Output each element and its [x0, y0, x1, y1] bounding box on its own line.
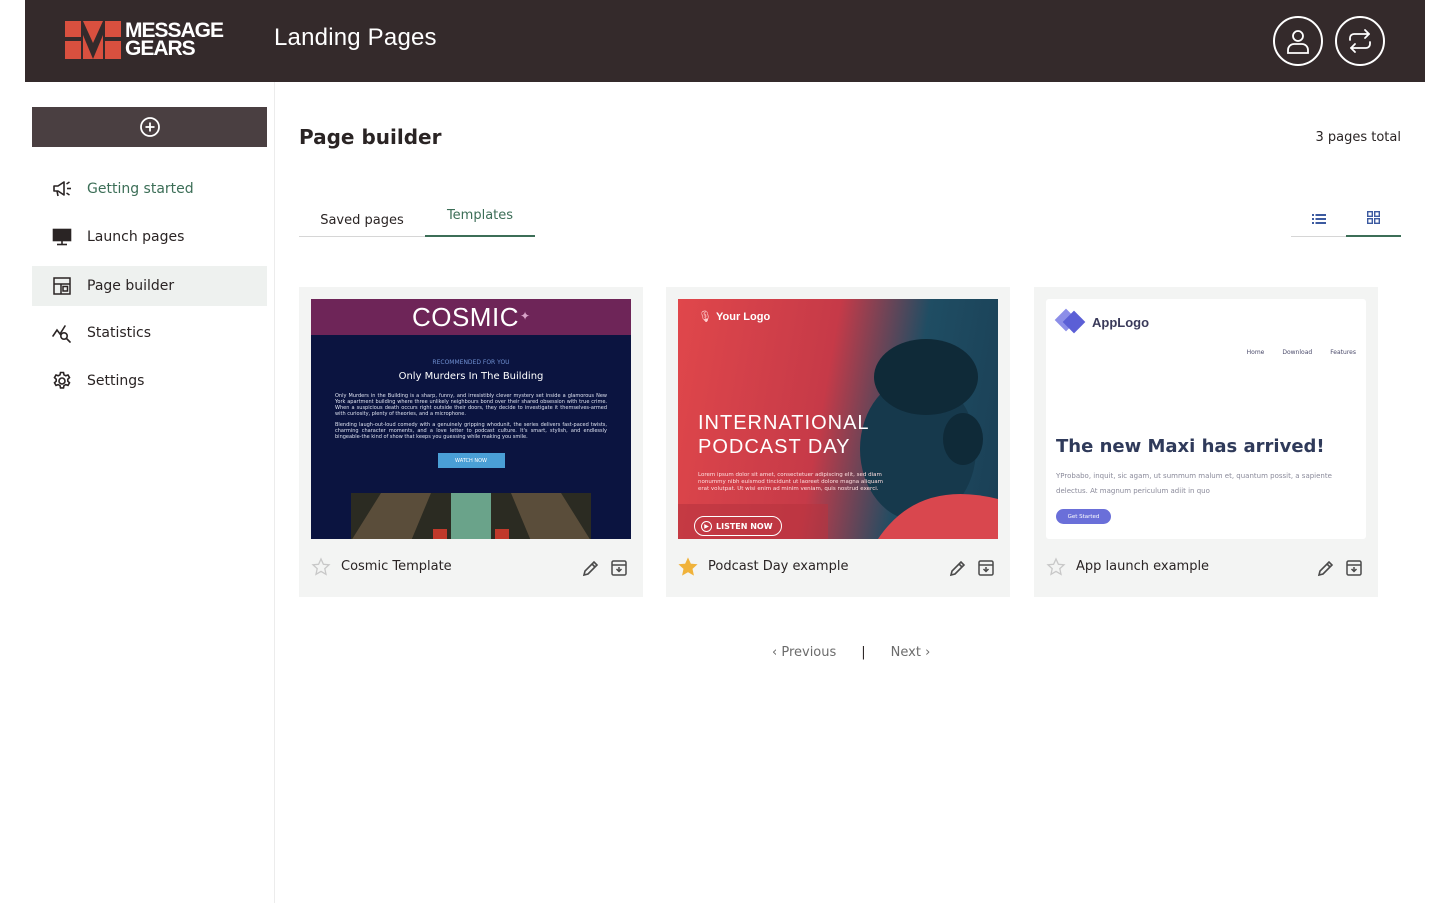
app-title: Landing Pages — [274, 24, 437, 51]
sidebar-item-label: Page builder — [87, 278, 175, 294]
tab-saved-pages[interactable]: Saved pages — [299, 200, 425, 237]
archive-icon[interactable] — [976, 558, 996, 578]
card-footer: Podcast Day example — [666, 543, 1010, 593]
app-cta: Get Started — [1056, 509, 1111, 524]
sidebar-item-settings[interactable]: Settings — [32, 361, 267, 401]
brand-line-2: GEARS — [125, 37, 196, 60]
sidebar-item-getting-started[interactable]: Getting started — [32, 169, 267, 209]
sidebar-item-label: Getting started — [87, 181, 194, 197]
gear-icon — [52, 371, 72, 391]
page-title: Page builder — [299, 125, 442, 149]
archive-icon[interactable] — [1344, 558, 1364, 578]
card-footer: Cosmic Template — [299, 543, 643, 593]
switch-icon — [1349, 29, 1371, 53]
statistics-icon — [52, 323, 72, 343]
cosmic-brand: COSMIC — [411, 301, 519, 332]
thumb-nav-home: Home — [1246, 349, 1265, 356]
plus-circle-icon — [139, 117, 160, 137]
template-card-podcast[interactable]: 🎙 Your Logo INTERNATIONAL PODCAST DAY Lo… — [666, 287, 1010, 597]
card-title: App launch example — [1076, 559, 1210, 574]
message-gears-logo[interactable]: MESSAGE GEARS — [65, 20, 224, 60]
podcast-logo: Your Logo — [716, 311, 771, 323]
edit-icon[interactable] — [948, 558, 968, 578]
create-page-button[interactable] — [32, 107, 267, 147]
previous-page-link[interactable]: ‹ Previous — [772, 645, 836, 660]
mic-logo-icon: 🎙 — [698, 310, 712, 323]
megaphone-icon — [52, 179, 72, 199]
template-thumbnail[interactable]: AppLogo Home Download Features The new M… — [1046, 299, 1366, 539]
template-thumbnail[interactable]: 🎙 Your Logo INTERNATIONAL PODCAST DAY Lo… — [678, 299, 998, 539]
thumb-nav-download: Download — [1282, 349, 1313, 356]
grid-view-icon — [1367, 211, 1380, 224]
archive-icon[interactable] — [609, 558, 629, 578]
edit-icon[interactable] — [581, 558, 601, 578]
thumb-body-2: Blending laugh-out-loud comedy with a ge… — [335, 422, 607, 440]
star-icon[interactable] — [678, 557, 698, 577]
card-title: Cosmic Template — [341, 559, 452, 574]
sidebar-item-label: Settings — [87, 373, 145, 389]
edit-icon[interactable] — [1316, 558, 1336, 578]
logo-mark-icon — [65, 21, 121, 59]
app-logo-text: AppLogo — [1092, 315, 1150, 330]
podcast-cta-label: LISTEN NOW — [716, 521, 773, 531]
user-profile-button[interactable] — [1273, 16, 1323, 66]
tab-bar: Saved pages Templates — [299, 200, 535, 237]
user-icon — [1287, 30, 1309, 54]
view-toggle — [1291, 200, 1401, 237]
thumb-body-1: Only Murders in the Building is a sharp,… — [335, 393, 607, 417]
sidebar-item-page-builder[interactable]: Page builder — [32, 266, 267, 306]
list-view-button[interactable] — [1291, 200, 1346, 237]
pagination: ‹ Previous | Next › — [772, 645, 930, 660]
app-body: YProbabo, inquit, sic agam, ut summum ma… — [1056, 472, 1332, 495]
thumb-eyebrow: RECOMMENDED FOR YOU — [432, 359, 510, 366]
card-title: Podcast Day example — [708, 559, 849, 574]
sidebar-item-label: Statistics — [87, 325, 151, 341]
star-icon[interactable] — [311, 557, 331, 577]
logo-text: MESSAGE GEARS — [125, 20, 224, 60]
page-builder-icon — [52, 276, 72, 296]
sparkle-icon: ✦ — [519, 309, 531, 323]
star-icon[interactable] — [1046, 557, 1066, 577]
sidebar-item-statistics[interactable]: Statistics — [32, 313, 267, 353]
switch-account-button[interactable] — [1335, 16, 1385, 66]
sidebar-item-launch-pages[interactable]: Launch pages — [32, 217, 267, 257]
pagination-separator: | — [861, 645, 866, 660]
podcast-cta: ▶ LISTEN NOW — [694, 516, 782, 536]
pages-total: 3 pages total — [1315, 130, 1401, 145]
thumb-heading: Only Murders In The Building — [398, 371, 544, 382]
template-thumbnail[interactable]: COSMIC ✦ RECOMMENDED FOR YOU Only Murder… — [311, 299, 631, 539]
list-view-icon — [1311, 213, 1326, 224]
tab-templates[interactable]: Templates — [425, 200, 535, 237]
podcast-body: Lorem ipsum dolor sit amet, consectetuer… — [698, 472, 884, 492]
podcast-heading-1: INTERNATIONAL — [698, 412, 870, 434]
thumb-poster-image — [351, 493, 591, 539]
monitor-icon — [52, 227, 72, 247]
template-card-cosmic[interactable]: COSMIC ✦ RECOMMENDED FOR YOU Only Murder… — [299, 287, 643, 597]
template-card-app-launch[interactable]: AppLogo Home Download Features The new M… — [1034, 287, 1378, 597]
app-heading: The new Maxi has arrived! — [1056, 436, 1325, 457]
podcast-heading-2: PODCAST DAY — [698, 436, 851, 458]
grid-view-button[interactable] — [1346, 200, 1401, 237]
sidebar: Getting started Launch pages Page builde… — [0, 82, 275, 903]
top-bar: MESSAGE GEARS Landing Pages — [25, 0, 1425, 82]
card-footer: App launch example — [1034, 543, 1378, 593]
sidebar-item-label: Launch pages — [87, 229, 185, 245]
thumb-nav-features: Features — [1330, 349, 1356, 356]
thumb-cta: WATCH NOW — [437, 453, 505, 468]
app-logo-icon — [1054, 308, 1086, 334]
next-page-link[interactable]: Next › — [891, 645, 931, 660]
play-icon: ▶ — [701, 520, 712, 532]
